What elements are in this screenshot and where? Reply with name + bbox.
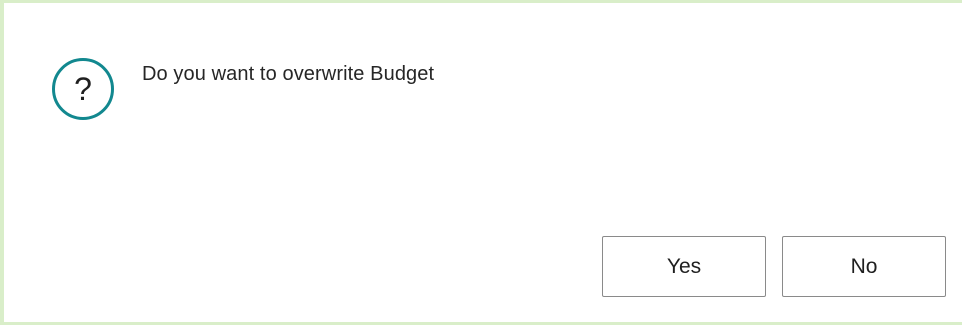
yes-button[interactable]: Yes xyxy=(602,236,766,297)
confirm-dialog: ? Do you want to overwrite Budget Yes No xyxy=(0,0,962,325)
question-circle-icon: ? xyxy=(50,56,116,122)
dialog-message: Do you want to overwrite Budget xyxy=(142,63,435,85)
no-button-label: No xyxy=(850,254,878,278)
no-button[interactable]: No xyxy=(782,236,946,297)
svg-text:?: ? xyxy=(74,71,92,107)
yes-button-label: Yes xyxy=(666,254,702,278)
